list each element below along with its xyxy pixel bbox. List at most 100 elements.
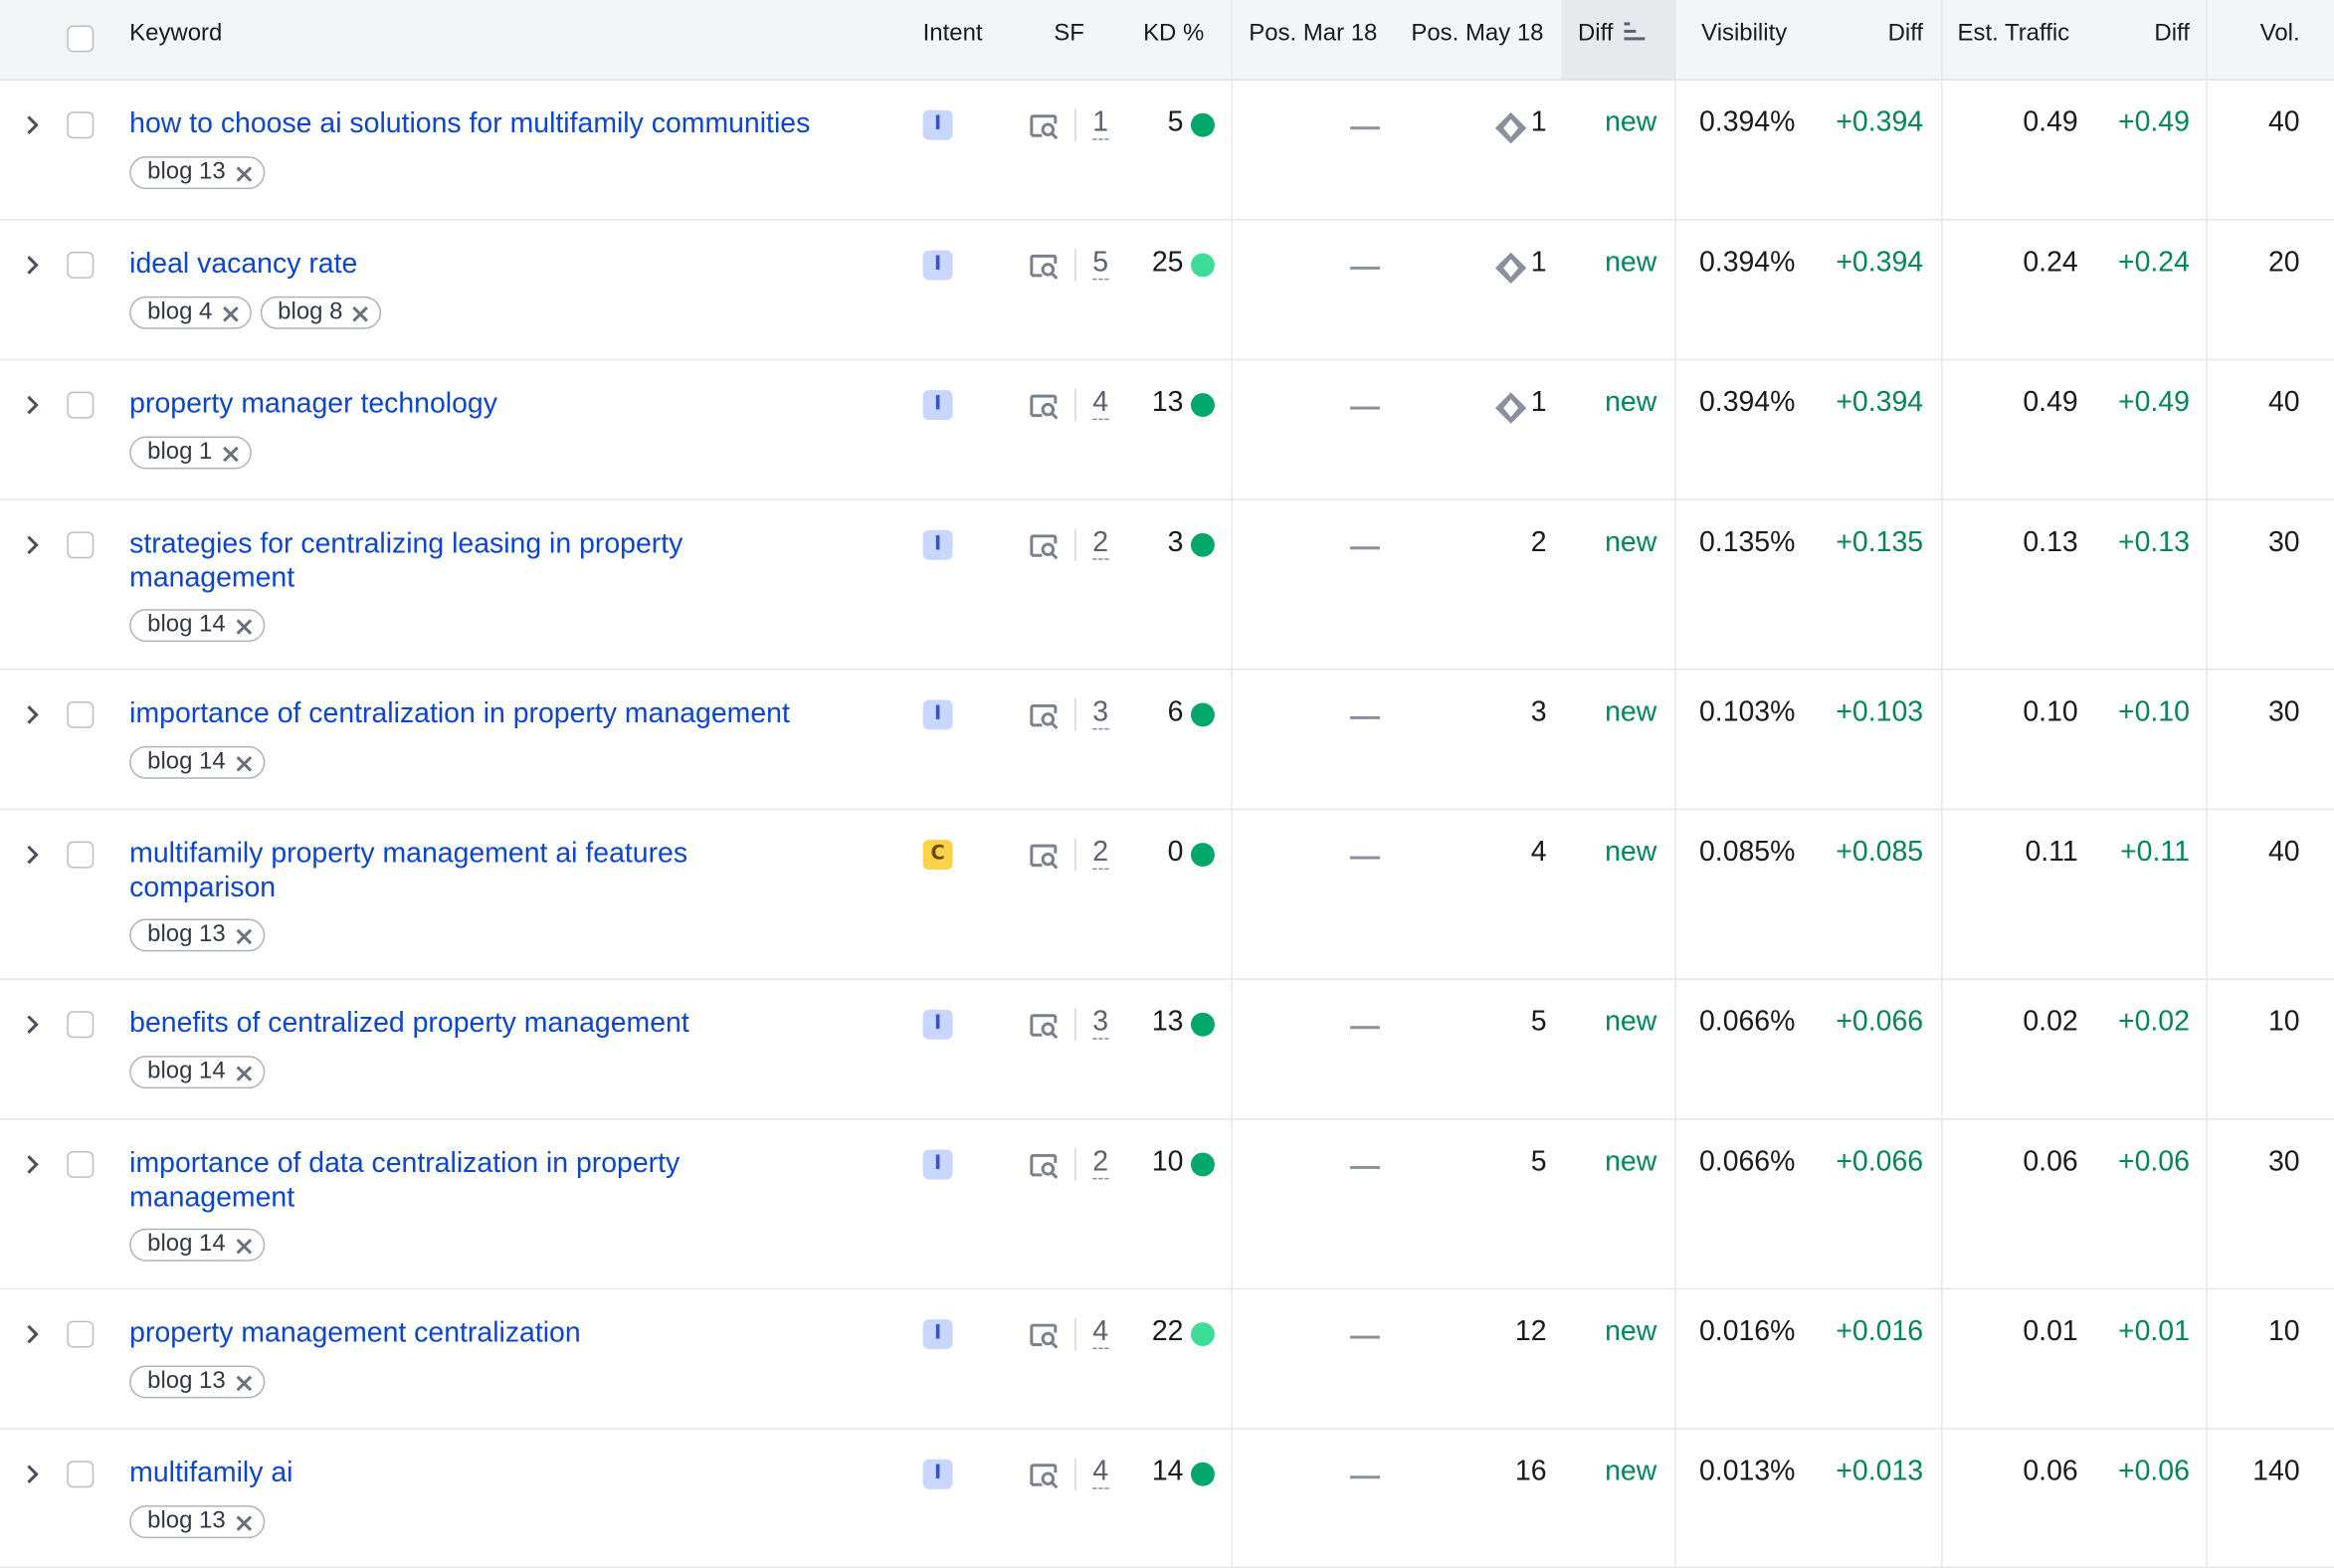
chevron-right-icon[interactable] — [25, 114, 40, 135]
chevron-right-icon[interactable] — [25, 534, 40, 555]
position-current: 1 — [1530, 387, 1547, 419]
serp-features-icon[interactable] — [1029, 1322, 1062, 1349]
row-checkbox[interactable] — [67, 841, 95, 869]
no-position-dash — [1350, 406, 1380, 410]
kd-cell: 25 — [1109, 247, 1184, 283]
column-header-intent[interactable]: Intent — [923, 21, 983, 48]
intent-badge[interactable]: I — [922, 699, 953, 730]
keyword-link[interactable]: benefits of centralized property managem… — [129, 1007, 874, 1041]
row-checkbox[interactable] — [67, 111, 95, 139]
tag: blog 8 — [260, 295, 382, 329]
intent-badge[interactable]: I — [922, 1319, 953, 1350]
serp-features-icon[interactable] — [1029, 533, 1062, 560]
keyword-link[interactable]: property manager technology — [129, 387, 874, 421]
row-checkbox[interactable] — [67, 1320, 95, 1348]
sf-count[interactable]: 4 — [1092, 1317, 1109, 1350]
close-icon[interactable] — [351, 303, 369, 322]
keyword-link[interactable]: ideal vacancy rate — [129, 247, 874, 281]
table-row: property management centralization blog 1… — [0, 1289, 2334, 1430]
serp-features-icon[interactable] — [1029, 253, 1062, 280]
chevron-right-icon[interactable] — [25, 1324, 40, 1345]
keyword-link[interactable]: importance of centralization in property… — [129, 696, 874, 730]
serp-features-icon[interactable] — [1029, 1013, 1062, 1040]
column-header-visibility-diff[interactable]: Diff — [1846, 21, 1923, 48]
close-icon[interactable] — [235, 1373, 253, 1392]
intent-badge[interactable]: C — [922, 840, 953, 871]
intent-badge[interactable]: I — [922, 1149, 953, 1180]
column-header-keyword[interactable]: Keyword — [129, 21, 222, 48]
intent-badge[interactable]: I — [922, 109, 953, 140]
close-icon[interactable] — [235, 1064, 253, 1081]
column-header-visibility[interactable]: Visibility — [1701, 21, 1787, 48]
close-icon[interactable] — [221, 303, 239, 322]
keyword-link[interactable]: strategies for centralizing leasing in p… — [129, 527, 739, 596]
sf-count[interactable]: 4 — [1092, 388, 1109, 421]
chevron-right-icon[interactable] — [25, 395, 40, 416]
column-header-diff[interactable]: Diff — [1578, 21, 1649, 48]
tag-list: blog 14 — [129, 1056, 265, 1089]
column-header-diff-label: Diff — [1577, 20, 1614, 47]
column-header-traffic[interactable]: Est. Traffic — [1958, 21, 2070, 48]
volume-value: 40 — [2267, 106, 2300, 139]
intent-badge[interactable]: I — [922, 250, 953, 281]
select-all-checkbox[interactable] — [67, 25, 95, 53]
tag: blog 4 — [129, 295, 252, 329]
serp-features-icon[interactable] — [1029, 113, 1062, 140]
serp-features-icon[interactable] — [1029, 843, 1062, 870]
close-icon[interactable] — [235, 926, 253, 945]
close-icon[interactable] — [235, 1513, 253, 1531]
row-checkbox[interactable] — [67, 700, 95, 728]
close-icon[interactable] — [235, 753, 253, 772]
keyword-link[interactable]: property management centralization — [129, 1316, 874, 1350]
keyword-link[interactable]: how to choose ai solutions for multifami… — [129, 107, 874, 141]
sf-count[interactable]: 2 — [1092, 838, 1109, 871]
close-icon[interactable] — [235, 1236, 253, 1255]
sf-count[interactable]: 2 — [1092, 528, 1109, 560]
row-checkbox[interactable] — [67, 251, 95, 279]
serp-features-icon[interactable] — [1029, 1463, 1062, 1489]
close-icon[interactable] — [235, 164, 253, 182]
column-header-volume[interactable]: Vol. — [2233, 21, 2300, 48]
close-icon[interactable] — [221, 444, 239, 463]
column-header-traffic-diff[interactable]: Diff — [2114, 21, 2189, 48]
row-checkbox[interactable] — [67, 1461, 95, 1488]
row-checkbox[interactable] — [67, 531, 95, 559]
sf-count[interactable]: 5 — [1092, 248, 1109, 281]
sf-count[interactable]: 1 — [1092, 108, 1109, 140]
kd-indicator — [1190, 112, 1215, 137]
visibility-value: 0.103% — [1698, 696, 1796, 728]
chevron-right-icon[interactable] — [25, 1464, 40, 1484]
column-header-pos-prev[interactable]: Pos. Mar 18 — [1249, 21, 1377, 48]
sf-count[interactable]: 3 — [1092, 697, 1109, 730]
visibility-diff: +0.066 — [1836, 1146, 1924, 1178]
row-checkbox[interactable] — [67, 1150, 95, 1178]
chevron-right-icon[interactable] — [25, 1014, 40, 1035]
chevron-right-icon[interactable] — [25, 704, 40, 725]
sf-count[interactable]: 3 — [1092, 1008, 1109, 1040]
column-header-sf[interactable]: SF — [1054, 21, 1084, 48]
intent-badge[interactable]: I — [922, 390, 953, 421]
keyword-link[interactable]: importance of data centralization in pro… — [129, 1146, 739, 1215]
column-header-pos-curr[interactable]: Pos. May 18 — [1411, 21, 1543, 48]
keyword-link[interactable]: multifamily ai — [129, 1457, 874, 1490]
sf-count[interactable]: 2 — [1092, 1147, 1109, 1180]
chevron-right-icon[interactable] — [25, 1154, 40, 1175]
close-icon[interactable] — [235, 617, 253, 635]
visibility-diff: +0.013 — [1836, 1456, 1924, 1488]
intent-badge[interactable]: I — [922, 1459, 953, 1489]
row-checkbox[interactable] — [67, 1011, 95, 1039]
kd-value: 14 — [1151, 1456, 1184, 1488]
intent-badge[interactable]: I — [922, 1009, 953, 1040]
chevron-right-icon[interactable] — [25, 255, 40, 276]
kd-indicator — [1190, 843, 1215, 868]
serp-features-icon[interactable] — [1029, 702, 1062, 729]
column-header-kd[interactable]: KD % — [1143, 21, 1204, 48]
serp-features-icon[interactable] — [1029, 393, 1062, 420]
sf-count[interactable]: 4 — [1092, 1458, 1109, 1489]
visibility-value: 0.135% — [1698, 526, 1796, 559]
intent-badge[interactable]: I — [922, 529, 953, 560]
row-checkbox[interactable] — [67, 391, 95, 419]
keyword-link[interactable]: multifamily property management ai featu… — [129, 837, 739, 905]
serp-features-icon[interactable] — [1029, 1152, 1062, 1179]
chevron-right-icon[interactable] — [25, 845, 40, 866]
